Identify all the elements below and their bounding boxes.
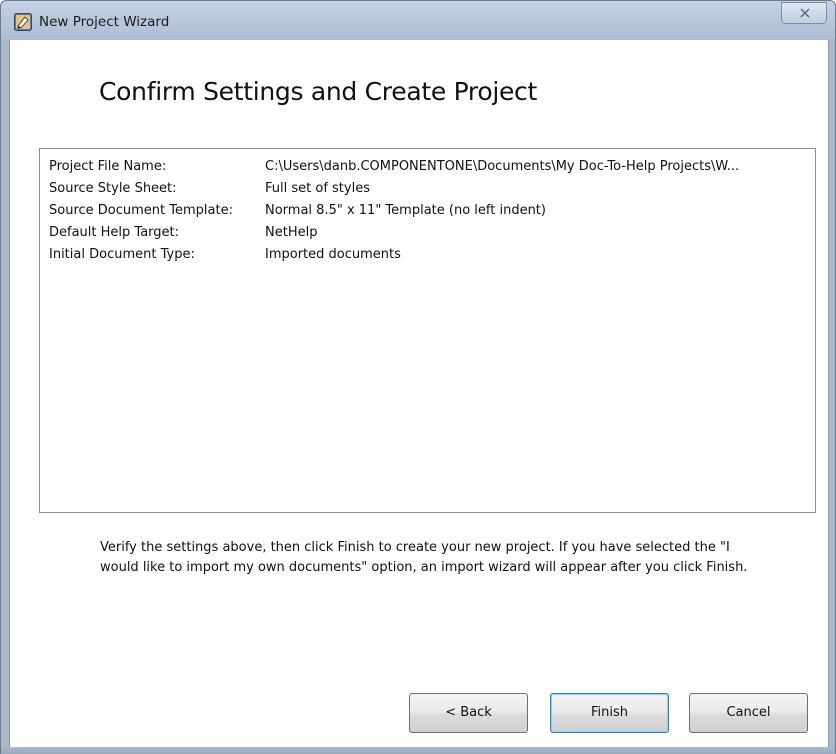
setting-label: Source Style Sheet: [49,181,177,196]
window-title: New Project Wizard [39,14,170,30]
settings-row-source-document-template: Source Document Template: Normal 8.5" x … [40,201,815,223]
setting-value: Imported documents [265,247,401,262]
wizard-window: New Project Wizard Confirm Settings and … [0,0,836,754]
setting-label: Project File Name: [49,159,167,174]
cancel-button[interactable]: Cancel [689,693,808,733]
page-title: Confirm Settings and Create Project [99,77,537,106]
wizard-content: Confirm Settings and Create Project Proj… [9,40,829,747]
setting-label: Default Help Target: [49,225,179,240]
finish-button[interactable]: Finish [550,693,669,733]
app-icon [14,13,32,31]
window-frame-bottom [1,747,835,754]
settings-row-source-style-sheet: Source Style Sheet: Full set of styles [40,179,815,201]
setting-value: C:\Users\danb.COMPONENTONE\Documents\My … [265,159,740,174]
settings-row-initial-document-type: Initial Document Type: Imported document… [40,245,815,267]
instructions-text: Verify the settings above, then click Fi… [100,540,748,575]
setting-value: NetHelp [265,225,318,240]
close-icon [800,8,810,18]
settings-summary-list: Project File Name: C:\Users\danb.COMPONE… [39,148,816,513]
back-button[interactable]: < Back [409,693,528,733]
setting-value: Full set of styles [265,181,370,196]
close-button[interactable] [781,2,827,24]
setting-value: Normal 8.5" x 11" Template (no left inde… [265,203,546,218]
title-bar[interactable]: New Project Wizard [1,1,835,39]
settings-row-default-help-target: Default Help Target: NetHelp [40,223,815,245]
settings-row-project-file-name: Project File Name: C:\Users\danb.COMPONE… [40,157,815,179]
setting-label: Initial Document Type: [49,247,195,262]
setting-label: Source Document Template: [49,203,233,218]
